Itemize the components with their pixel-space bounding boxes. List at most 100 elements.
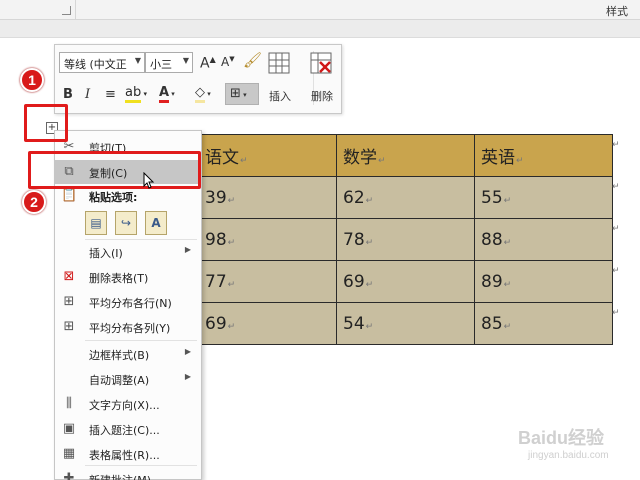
menu-item-new-comment[interactable]: ✚ 新建批注(M) bbox=[55, 467, 201, 480]
menu-item-label: 自动调整(A) bbox=[89, 374, 150, 387]
font-color-button[interactable]: A ▾ bbox=[159, 85, 175, 103]
menu-item-table-properties[interactable]: ▦ 表格属性(R)... bbox=[55, 442, 201, 466]
table-cell[interactable]: 89↵ bbox=[474, 260, 613, 303]
table-cell[interactable]: 54↵ bbox=[336, 302, 475, 345]
menu-item-label: 插入(I) bbox=[89, 247, 123, 260]
delete-table-button[interactable]: 删除 bbox=[305, 50, 339, 106]
table-cell[interactable]: 98↵ bbox=[198, 218, 337, 261]
menu-item-delete-table[interactable]: ⊠ 删除表格(T) bbox=[55, 265, 201, 289]
cell-text: 77 bbox=[205, 271, 227, 292]
paste-text-only-icon[interactable]: A bbox=[145, 211, 167, 235]
header-cell-text: 数学 bbox=[343, 148, 377, 168]
delete-label: 删除 bbox=[311, 90, 333, 103]
paragraph-mark: ↵ bbox=[227, 195, 236, 206]
step1-highlight-box bbox=[24, 104, 68, 142]
grow-font-glyph: A bbox=[200, 55, 210, 72]
italic-glyph: I bbox=[85, 87, 91, 102]
paragraph-mark: ↵ bbox=[503, 195, 512, 206]
font-size-value: 小三 bbox=[150, 58, 172, 71]
paragraph-mark: ↵ bbox=[227, 279, 236, 290]
styles-group-label: 样式 bbox=[606, 5, 628, 18]
menu-item-autofit[interactable]: 自动调整(A) ▶ bbox=[55, 367, 201, 391]
chevron-right-icon: ▶ bbox=[184, 245, 191, 254]
table-cell[interactable]: 77↵ bbox=[198, 260, 337, 303]
ribbon-strip: 样式 bbox=[0, 0, 640, 20]
table-cell[interactable]: 88↵ bbox=[474, 218, 613, 261]
cell-text: 55 bbox=[481, 187, 503, 208]
delete-table-icon bbox=[310, 52, 332, 74]
paragraph-mark: ↵ bbox=[365, 195, 374, 206]
ruler-band bbox=[0, 20, 640, 38]
cell-text: 88 bbox=[481, 229, 503, 250]
table-cell[interactable]: 55↵ bbox=[474, 176, 613, 219]
insert-table-button[interactable]: 插入 bbox=[263, 50, 297, 106]
row-end-mark: ↵ bbox=[612, 266, 620, 276]
paragraph-mark: ↵ bbox=[227, 321, 236, 332]
menu-item-label: 粘贴选项: bbox=[89, 191, 138, 204]
menu-item-label: 平均分布各列(Y) bbox=[89, 322, 171, 335]
cell-text: 89 bbox=[481, 271, 503, 292]
floating-mini-toolbar: 等线 (中文正 ▼ 小三 ▼ A▲ A▼ 🖌 B I ≡ ab ▾ A ▾ ◇ … bbox=[54, 44, 342, 114]
grow-font-button[interactable]: A▲ bbox=[200, 56, 216, 71]
row-end-mark: ↵ bbox=[612, 140, 620, 150]
menu-item-label: 插入题注(C)... bbox=[89, 424, 160, 437]
paste-icon: 📋 bbox=[61, 188, 78, 203]
table-cell[interactable]: 69↵ bbox=[198, 302, 337, 345]
menu-item-distribute-rows[interactable]: ⊞ 平均分布各行(N) bbox=[55, 290, 201, 314]
table-cell[interactable]: 数学↵ bbox=[336, 134, 475, 177]
text-direction-icon: ⫼ bbox=[66, 396, 72, 411]
dialog-launcher-icon[interactable] bbox=[62, 6, 71, 15]
menu-item-label: 边框样式(B) bbox=[89, 349, 150, 362]
shading-icon[interactable]: ◇ ▾ bbox=[195, 85, 211, 103]
menu-item-label: 表格属性(R)... bbox=[89, 449, 160, 462]
cell-text: 78 bbox=[343, 229, 365, 250]
menu-item-label: 平均分布各行(N) bbox=[89, 297, 172, 310]
menu-item-distribute-columns[interactable]: ⊞ 平均分布各列(Y) bbox=[55, 315, 201, 339]
insert-label: 插入 bbox=[269, 90, 291, 103]
chevron-right-icon: ▶ bbox=[184, 372, 191, 381]
chevron-down-icon: ▼ bbox=[182, 56, 189, 65]
menu-item-insert[interactable]: 插入(I) ▶ bbox=[55, 240, 201, 264]
paragraph-mark: ↵ bbox=[378, 156, 386, 166]
insert-table-icon bbox=[268, 52, 290, 74]
menu-item-insert-caption[interactable]: ▣ 插入题注(C)... bbox=[55, 417, 201, 441]
paragraph-mark: ↵ bbox=[516, 156, 524, 166]
cell-text: 98 bbox=[205, 229, 227, 250]
bold-button[interactable]: B bbox=[63, 88, 73, 101]
paragraph-mark: ↵ bbox=[240, 156, 248, 166]
table-cell[interactable]: 39↵ bbox=[198, 176, 337, 219]
paste-keep-format-icon[interactable]: ▤ bbox=[85, 211, 107, 235]
table-cell[interactable]: 62↵ bbox=[336, 176, 475, 219]
menu-item-border-style[interactable]: 边框样式(B) ▶ bbox=[55, 342, 201, 366]
menu-separator bbox=[85, 465, 197, 466]
table-header-row: 语文↵ 数学↵ 英语↵ bbox=[198, 134, 613, 177]
step2-badge: 2 bbox=[22, 190, 46, 214]
center-align-icon[interactable]: ≡ bbox=[105, 88, 116, 101]
header-cell-text: 英语 bbox=[481, 148, 515, 168]
menu-separator bbox=[85, 340, 197, 341]
paragraph-mark: ↵ bbox=[365, 279, 374, 290]
font-name-dropdown[interactable]: 等线 (中文正 ▼ bbox=[59, 52, 145, 73]
font-size-dropdown[interactable]: 小三 ▼ bbox=[145, 52, 193, 73]
format-painter-icon[interactable]: 🖌 bbox=[243, 53, 262, 68]
row-end-mark: ↵ bbox=[612, 308, 620, 318]
menu-item-text-direction[interactable]: ⫼ 文字方向(X)... bbox=[55, 392, 201, 416]
chevron-down-icon: ▼ bbox=[134, 56, 141, 65]
table-cell[interactable]: 85↵ bbox=[474, 302, 613, 345]
row-end-mark: ↵ bbox=[612, 224, 620, 234]
table-cell[interactable]: 78↵ bbox=[336, 218, 475, 261]
menu-item-label: 删除表格(T) bbox=[89, 272, 149, 285]
table-cell[interactable]: 69↵ bbox=[336, 260, 475, 303]
table-cell[interactable]: 语文↵ bbox=[198, 134, 337, 177]
watermark-url: jingyan.baidu.com bbox=[528, 450, 609, 461]
paste-merge-format-icon[interactable]: ↪ bbox=[115, 211, 137, 235]
table-cell[interactable]: 英语↵ bbox=[474, 134, 613, 177]
highlight-icon[interactable]: ab ▾ bbox=[125, 85, 147, 103]
font-color-glyph: A bbox=[159, 85, 170, 103]
shrink-font-button[interactable]: A▼ bbox=[221, 56, 235, 69]
distribute-columns-icon: ⊞ bbox=[63, 319, 75, 334]
row-end-mark: ↵ bbox=[612, 182, 620, 192]
borders-button[interactable]: ⊞ ▾ bbox=[225, 83, 259, 105]
italic-button[interactable]: I bbox=[85, 88, 90, 101]
table-row: 39↵ 62↵ 55↵ bbox=[198, 176, 613, 219]
